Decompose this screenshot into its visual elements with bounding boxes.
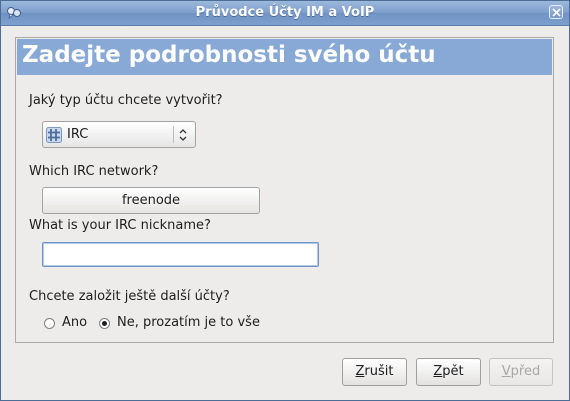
radio-yes[interactable]: [44, 318, 55, 329]
up-down-arrows-icon: [179, 129, 187, 141]
back-mnemonic: Z: [433, 364, 443, 379]
radio-no[interactable]: [99, 318, 110, 329]
combo-separator: [173, 126, 174, 143]
nickname-input[interactable]: [42, 242, 319, 267]
page-title: Zadejte podrobnosti svého účtu: [22, 42, 436, 68]
account-type-value: IRC: [67, 127, 89, 142]
page-header: Zadejte podrobnosti svého účtu: [17, 39, 552, 75]
cancel-label: rušit: [364, 364, 394, 379]
window-title: Průvodce Účty IM a VoIP: [195, 5, 375, 20]
nickname-label: What is your IRC nickname?: [29, 218, 211, 233]
network-label: Which IRC network?: [29, 164, 159, 179]
radio-yes-label[interactable]: Ano: [62, 315, 87, 330]
forward-label: před: [510, 364, 541, 379]
account-type-label: Jaký typ účtu chcete vytvořit?: [29, 93, 223, 108]
irc-hash-icon: [46, 127, 62, 143]
close-icon: [552, 8, 561, 17]
page-content: Zadejte podrobnosti svého účtu Jaký typ …: [15, 37, 554, 343]
title-bar[interactable]: Průvodce Účty IM a VoIP: [1, 1, 569, 26]
radio-no-label[interactable]: Ne, prozatím je to vše: [117, 315, 260, 330]
account-type-combo[interactable]: IRC: [42, 121, 196, 148]
close-button[interactable]: [549, 5, 563, 19]
more-accounts-label: Chcete založit ještě další účty?: [29, 289, 230, 304]
forward-mnemonic: V: [501, 364, 511, 379]
back-button[interactable]: Zpět: [416, 358, 481, 386]
back-label: pět: [442, 364, 464, 379]
cancel-button[interactable]: Zrušit: [342, 358, 407, 386]
wizard-window: Průvodce Účty IM a VoIP Zadejte podrobno…: [0, 0, 570, 401]
network-button[interactable]: freenode: [42, 187, 260, 214]
forward-button[interactable]: Vpřed: [489, 358, 553, 386]
